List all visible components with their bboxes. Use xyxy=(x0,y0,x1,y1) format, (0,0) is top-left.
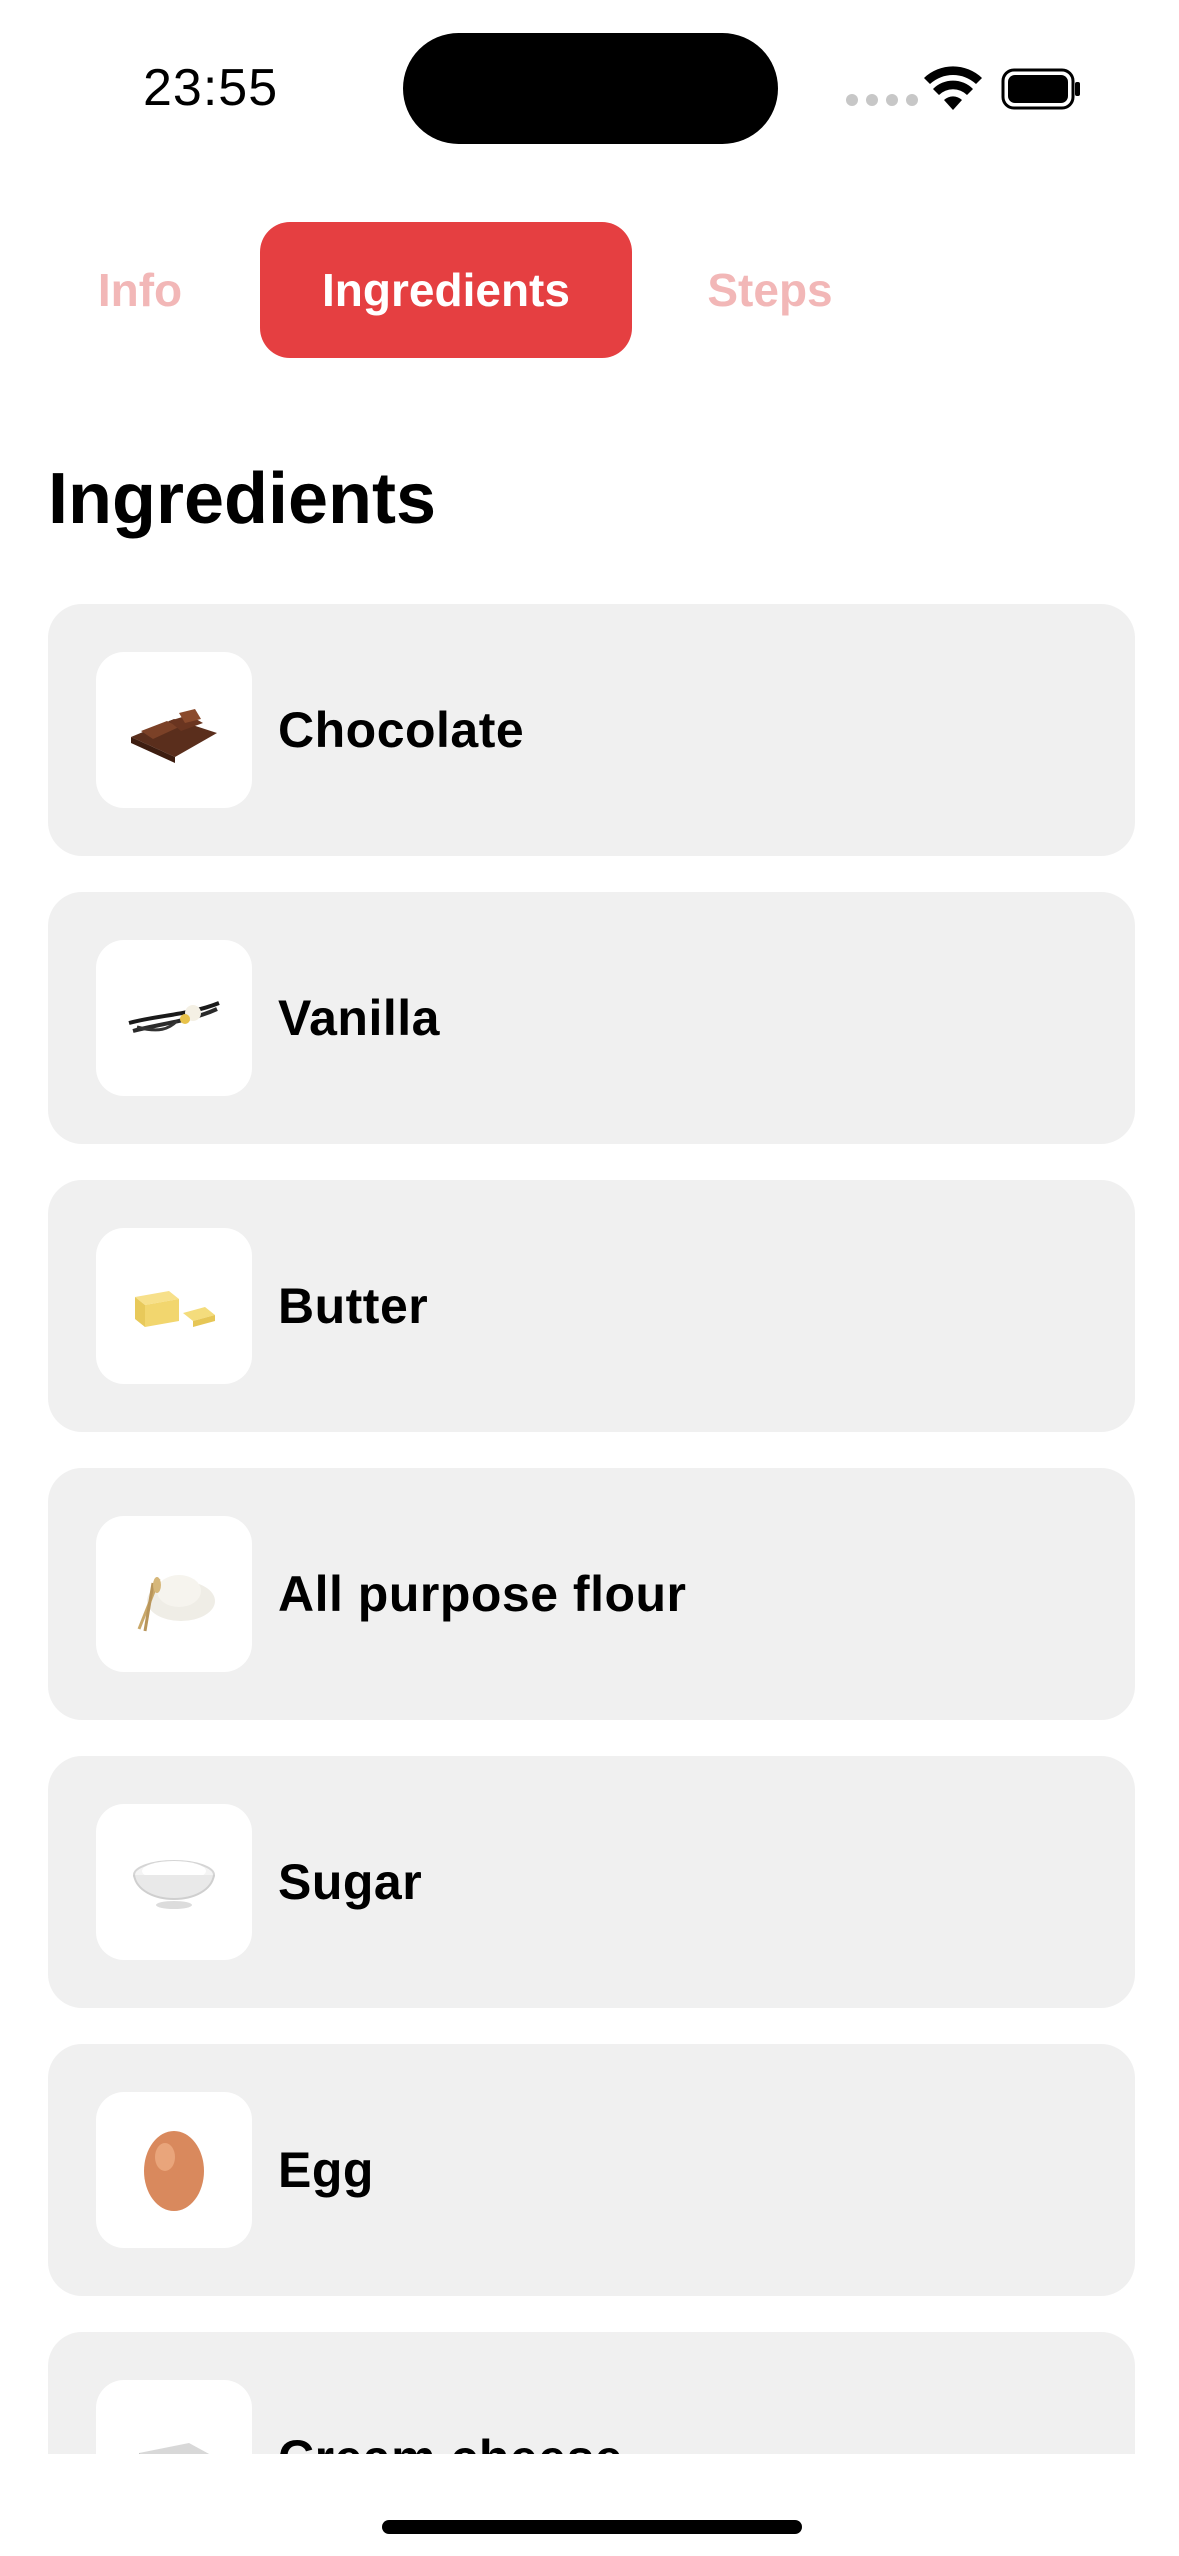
wifi-icon xyxy=(924,66,982,110)
page-title: Ingredients xyxy=(48,459,437,539)
sugar-icon xyxy=(96,1804,252,1960)
ingredient-name: Vanilla xyxy=(278,990,440,1046)
flour-icon xyxy=(96,1516,252,1672)
ingredient-name: Cream cheese xyxy=(278,2429,623,2454)
ingredient-name: All purpose flour xyxy=(278,1566,687,1622)
ingredient-list[interactable]: Chocolate Vanilla Butter All purpose flo… xyxy=(48,604,1135,2454)
ingredient-card-butter[interactable]: Butter xyxy=(48,1180,1135,1432)
ingredient-card-flour[interactable]: All purpose flour xyxy=(48,1468,1135,1720)
status-time: 23:55 xyxy=(143,59,279,117)
ingredient-card-egg[interactable]: Egg xyxy=(48,2044,1135,2296)
home-indicator[interactable] xyxy=(382,2520,802,2534)
tab-info[interactable]: Info xyxy=(80,222,200,358)
ingredient-name: Chocolate xyxy=(278,702,525,758)
cream-cheese-icon xyxy=(96,2380,252,2454)
vanilla-icon xyxy=(96,940,252,1096)
ingredient-name: Butter xyxy=(278,1278,429,1334)
butter-icon xyxy=(96,1228,252,1384)
chocolate-icon xyxy=(96,652,252,808)
dynamic-island xyxy=(403,33,778,144)
ingredient-name: Egg xyxy=(278,2142,374,2198)
ingredient-card-sugar[interactable]: Sugar xyxy=(48,1756,1135,2008)
battery-icon xyxy=(1001,68,1080,110)
tab-ingredients[interactable]: Ingredients xyxy=(260,222,632,358)
ingredient-name: Sugar xyxy=(278,1854,423,1910)
ingredient-card-vanilla[interactable]: Vanilla xyxy=(48,892,1135,1144)
ingredient-card-cream-cheese[interactable]: Cream cheese xyxy=(48,2332,1135,2454)
tab-steps[interactable]: Steps xyxy=(690,222,850,358)
cellular-signal-icon xyxy=(846,94,918,106)
ingredient-card-chocolate[interactable]: Chocolate xyxy=(48,604,1135,856)
egg-icon xyxy=(96,2092,252,2248)
